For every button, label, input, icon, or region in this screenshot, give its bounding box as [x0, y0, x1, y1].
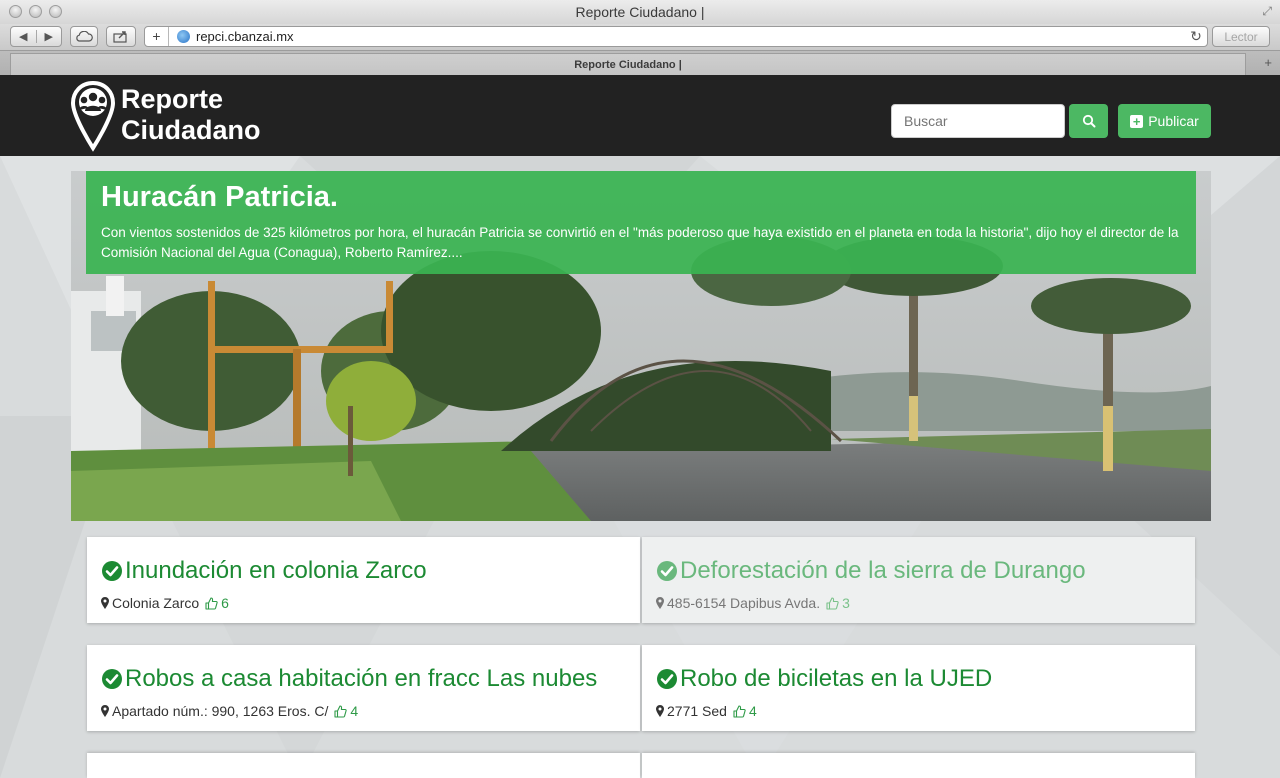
- report-title-text: Robo de biciletas en la UJED: [680, 665, 993, 692]
- share-button[interactable]: [106, 26, 136, 47]
- reload-icon[interactable]: ↻: [1185, 28, 1207, 45]
- minimize-window-button[interactable]: [29, 5, 42, 18]
- forward-arrow-icon[interactable]: ▶: [37, 30, 62, 43]
- map-pin-people-icon: [70, 80, 116, 152]
- brand-line-2: Ciudadano: [121, 115, 261, 145]
- share-icon: [113, 31, 127, 43]
- cloud-icon: [76, 31, 93, 42]
- globe-icon: [177, 30, 190, 43]
- active-tab[interactable]: Reporte Ciudadano |: [10, 53, 1246, 76]
- report-meta: Colonia Zarco 6: [101, 595, 626, 611]
- report-location: 485-6154 Dapibus Avda.: [667, 595, 821, 611]
- report-card[interactable]: Robos a casa habitación en fracc Las nub…: [87, 645, 640, 731]
- thumbs-up-icon: [826, 596, 839, 610]
- check-circle-icon: [657, 561, 677, 581]
- report-card-partial[interactable]: [87, 753, 640, 778]
- like-count[interactable]: 3: [826, 595, 850, 611]
- check-circle-icon: [657, 669, 677, 689]
- icloud-tabs-button[interactable]: [70, 26, 98, 47]
- report-meta: 2771 Sed 4: [656, 703, 1181, 719]
- report-location: 2771 Sed: [667, 703, 727, 719]
- hero-summary: Con vientos sostenidos de 325 kilómetros…: [101, 225, 1179, 260]
- report-title-text: Deforestación de la sierra de Durango: [680, 557, 1086, 584]
- check-circle-icon: [102, 669, 122, 689]
- address-bar[interactable]: + repci.cbanzai.mx ↻: [144, 26, 1208, 47]
- like-count[interactable]: 4: [733, 703, 757, 719]
- reader-button[interactable]: Lector: [1212, 26, 1270, 47]
- brand-name: Reporte Ciudadano: [121, 84, 261, 146]
- close-window-button[interactable]: [9, 5, 22, 18]
- site-navbar: Reporte Ciudadano + Publicar: [0, 75, 1280, 156]
- hero-banner[interactable]: Huracán Patricia. Con vientos sostenidos…: [71, 171, 1211, 521]
- report-title[interactable]: Robos a casa habitación en fracc Las nub…: [101, 665, 626, 693]
- report-card-partial[interactable]: [642, 753, 1195, 778]
- report-meta: 485-6154 Dapibus Avda. 3: [656, 595, 1181, 611]
- report-title[interactable]: Inundación en colonia Zarco: [101, 557, 626, 585]
- like-count[interactable]: 4: [334, 703, 358, 719]
- brand-line-1: Reporte: [121, 84, 224, 114]
- report-title[interactable]: Deforestación de la sierra de Durango: [656, 557, 1181, 585]
- search-icon: [1082, 114, 1095, 128]
- publish-button[interactable]: + Publicar: [1118, 104, 1211, 138]
- report-title-text: Robos a casa habitación en fracc Las nub…: [125, 665, 598, 692]
- back-forward-buttons: ◀ ▶: [10, 26, 62, 47]
- new-tab-icon[interactable]: +: [1264, 55, 1272, 70]
- like-count-value: 3: [842, 595, 850, 611]
- publish-label: Publicar: [1148, 113, 1199, 129]
- map-marker-icon: [101, 705, 109, 717]
- tab-bar: Reporte Ciudadano | +: [0, 50, 1280, 76]
- report-location: Colonia Zarco: [112, 595, 200, 611]
- report-location: Apartado núm.: 990, 1263 Eros. C/: [112, 703, 329, 719]
- report-card[interactable]: Deforestación de la sierra de Durango 48…: [642, 537, 1195, 623]
- report-card[interactable]: Robo de biciletas en la UJED 2771 Sed 4: [642, 645, 1195, 731]
- zoom-window-button[interactable]: [49, 5, 62, 18]
- thumbs-up-icon: [733, 704, 746, 718]
- like-count-value: 6: [221, 595, 229, 611]
- window-titlebar: Reporte Ciudadano | ⤢: [0, 0, 1280, 24]
- plus-square-icon: +: [1130, 114, 1144, 128]
- fullscreen-icon[interactable]: ⤢: [1262, 4, 1272, 18]
- map-marker-icon: [656, 597, 664, 609]
- check-circle-icon: [102, 561, 122, 581]
- back-arrow-icon[interactable]: ◀: [11, 30, 37, 43]
- map-marker-icon: [656, 705, 664, 717]
- report-title[interactable]: Robo de biciletas en la UJED: [656, 665, 1181, 693]
- like-count[interactable]: 6: [205, 595, 229, 611]
- report-meta: Apartado núm.: 990, 1263 Eros. C/ 4: [101, 703, 626, 719]
- hero-title[interactable]: Huracán Patricia.: [101, 180, 1181, 214]
- like-count-value: 4: [350, 703, 359, 719]
- search-button[interactable]: [1069, 104, 1108, 138]
- report-card[interactable]: Inundación en colonia Zarco Colonia Zarc…: [87, 537, 640, 623]
- search-input[interactable]: [891, 104, 1065, 138]
- report-title-text: Inundación en colonia Zarco: [125, 557, 427, 584]
- add-bookmark-icon[interactable]: +: [145, 27, 169, 46]
- url-text[interactable]: repci.cbanzai.mx: [196, 29, 1185, 44]
- window-title: Reporte Ciudadano |: [575, 4, 705, 20]
- thumbs-up-icon: [205, 596, 218, 610]
- window-controls: [9, 5, 62, 18]
- brand-logo[interactable]: Reporte Ciudadano: [70, 80, 261, 152]
- like-count-value: 4: [748, 703, 757, 719]
- browser-toolbar: ◀ ▶ + repci.cbanzai.mx ↻ Lector: [0, 24, 1280, 50]
- map-marker-icon: [101, 597, 109, 609]
- thumbs-up-icon: [334, 704, 348, 718]
- hero-caption: Huracán Patricia. Con vientos sostenidos…: [86, 171, 1196, 274]
